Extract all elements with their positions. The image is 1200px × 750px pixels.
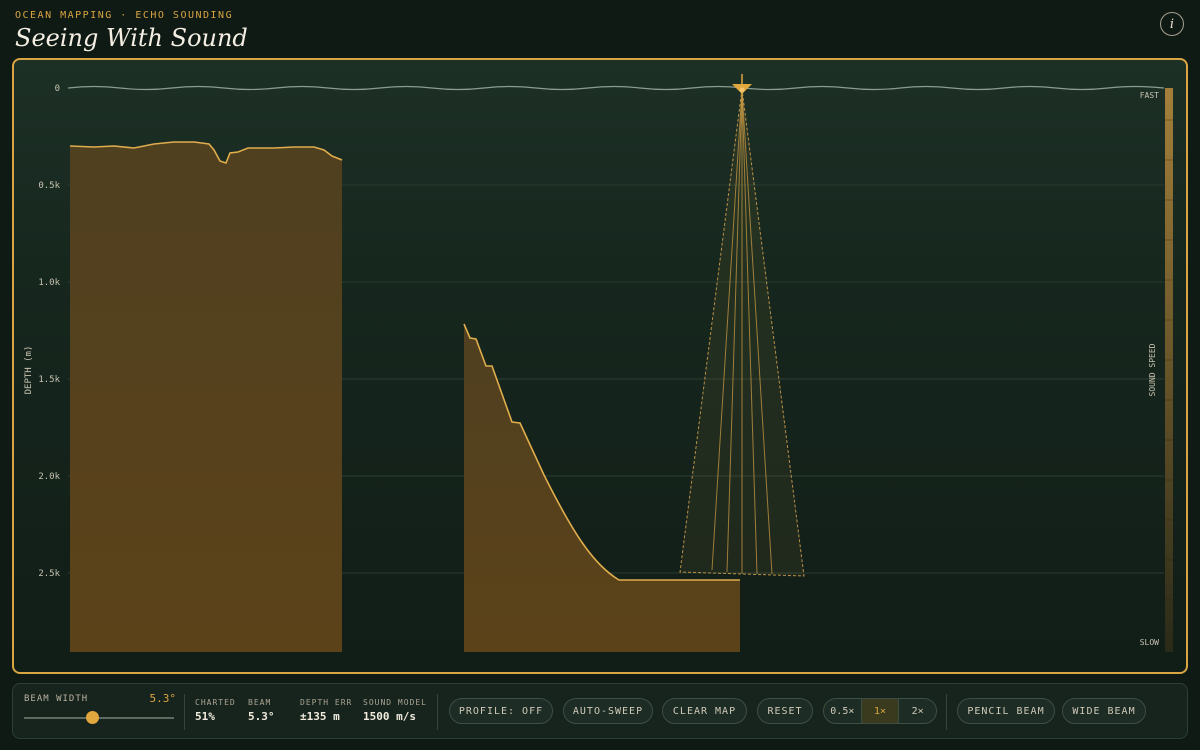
divider <box>184 694 185 730</box>
sound-speed-bar <box>1165 88 1173 652</box>
y-tick-label: 1.5k <box>38 375 60 385</box>
stat-value: 1500 m/s <box>363 710 416 723</box>
info-icon[interactable]: i <box>1160 12 1184 36</box>
beam-width-label: BEAM WIDTH <box>24 693 89 704</box>
y-tick-label: 0 <box>55 84 60 94</box>
sonar-beam <box>679 88 805 577</box>
page-kicker: OCEAN MAPPING · ECHO SOUNDING <box>15 10 234 21</box>
divider <box>946 694 947 730</box>
stat-label: DEPTH ERR <box>300 698 353 707</box>
y-tick-label: 2.5k <box>38 569 60 579</box>
y-tick-label: 0.5k <box>38 181 60 191</box>
sonar-chart[interactable]: 0 0.5k 1.0k 1.5k 2.0k 2.5k DEPTH (m) FAS… <box>12 58 1188 674</box>
stat-value: 51% <box>195 710 215 723</box>
y-tick-label: 1.0k <box>38 278 60 288</box>
sea-surface-line <box>67 85 1165 91</box>
stat-value: 5.3° <box>248 710 275 723</box>
stat-label: SOUND MODEL <box>363 698 427 707</box>
sound-speed-fast-label: FAST <box>1140 91 1159 100</box>
speed-option-half[interactable]: 0.5× <box>824 699 861 723</box>
stat-depth-err: DEPTH ERR ±135 m <box>300 698 352 723</box>
beam-width-slider-thumb[interactable] <box>86 711 99 724</box>
beam-width-value: 5.3° <box>149 692 177 705</box>
clear-map-button[interactable]: CLEAR MAP <box>662 698 747 724</box>
stat-sound-model: SOUND MODEL 1500 m/s <box>363 698 427 723</box>
pencil-beam-button[interactable]: PENCIL BEAM <box>957 698 1055 724</box>
sound-speed-axis-title: SOUND SPEED <box>1148 343 1157 396</box>
stat-charted: CHARTED 51% <box>195 698 236 723</box>
sound-speed-slow-label: SLOW <box>1140 638 1159 647</box>
y-tick-label: 2.0k <box>38 472 60 482</box>
beam-width-slider[interactable] <box>24 711 174 724</box>
beam-width-control: BEAM WIDTH 5.3° <box>24 692 177 724</box>
profile-toggle-button[interactable]: PROFILE: OFF <box>449 698 553 724</box>
y-axis-title: DEPTH (m) <box>24 346 34 395</box>
divider <box>437 694 438 730</box>
speed-selector: 0.5× 1× 2× <box>823 698 937 724</box>
control-bar: BEAM WIDTH 5.3° CHARTED 51% BEAM 5.3° DE… <box>12 683 1188 739</box>
header: OCEAN MAPPING · ECHO SOUNDING Seeing Wit… <box>15 10 248 52</box>
speed-option-double[interactable]: 2× <box>898 699 936 723</box>
reset-button[interactable]: RESET <box>757 698 813 724</box>
page-title: Seeing With Sound <box>15 24 248 52</box>
stat-beam: BEAM 5.3° <box>248 698 275 723</box>
auto-sweep-button[interactable]: AUTO-SWEEP <box>563 698 653 724</box>
seafloor-segment <box>70 142 342 652</box>
wide-beam-button[interactable]: WIDE BEAM <box>1062 698 1146 724</box>
ship-transducer-icon[interactable] <box>732 74 752 94</box>
stat-value: ±135 m <box>300 710 340 723</box>
sonar-chart-svg: 0 0.5k 1.0k 1.5k 2.0k 2.5k DEPTH (m) FAS… <box>24 74 1173 652</box>
stat-label: CHARTED <box>195 698 236 707</box>
stat-label: BEAM <box>248 698 272 707</box>
speed-option-normal[interactable]: 1× <box>860 699 899 723</box>
